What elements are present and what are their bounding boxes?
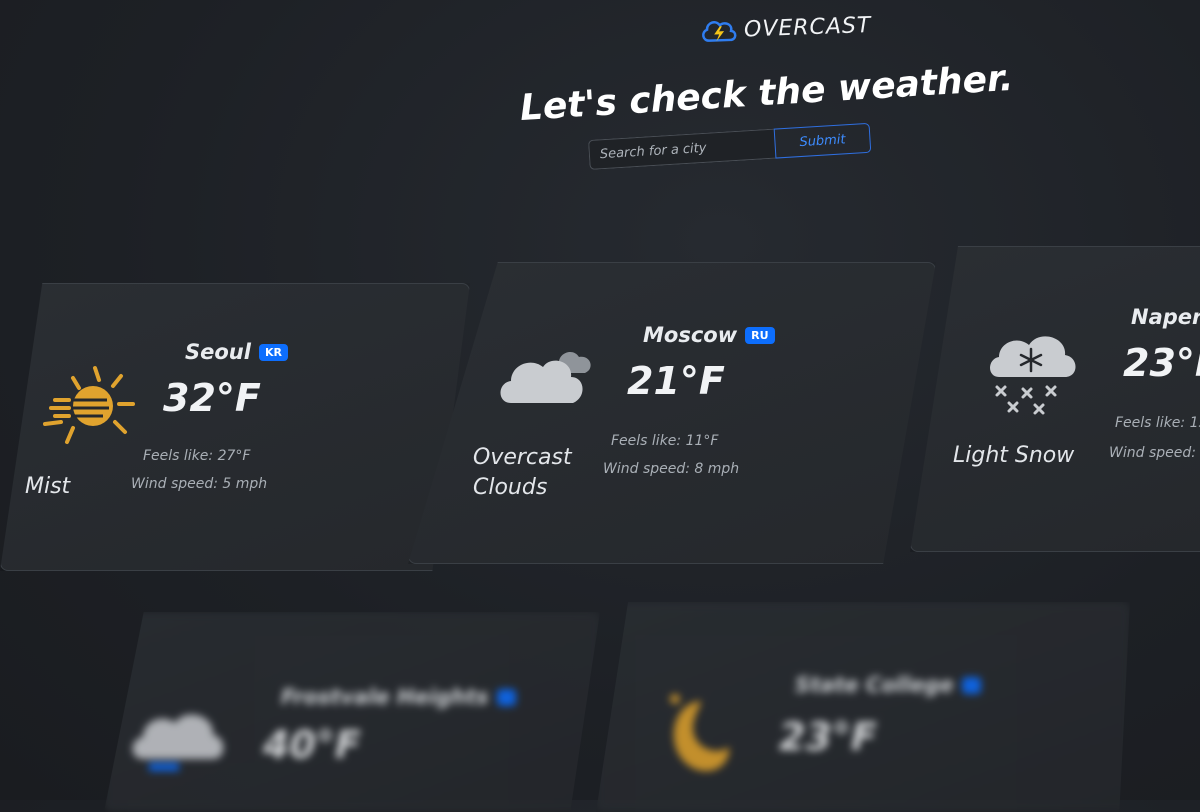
country-badge xyxy=(961,676,982,694)
sun-haze-icon xyxy=(43,366,135,444)
temperature: 23°F xyxy=(779,715,877,759)
search-bar: Submit xyxy=(588,122,872,170)
temperature: 23°F xyxy=(1123,341,1200,385)
feels-like: Feels like: 11°F xyxy=(611,433,719,449)
condition-line: Overcast xyxy=(473,445,572,470)
wind-speed: Wind speed: 5 mph xyxy=(131,476,268,492)
city-name: Naper xyxy=(1131,305,1200,329)
moon-icon xyxy=(670,694,730,772)
temperature: 40°F xyxy=(263,723,361,767)
condition: Mist xyxy=(25,474,71,499)
page-title: Let's check the weather. xyxy=(518,57,1015,129)
search-input[interactable] xyxy=(588,128,776,170)
city-label: Frostvale Heights xyxy=(281,685,489,709)
feels-like: Feels like: 27°F xyxy=(143,448,251,464)
city-name: Moscow RU xyxy=(643,323,775,347)
condition: Overcast Clouds xyxy=(473,443,572,503)
lightning-cloud-icon xyxy=(702,21,737,42)
condition-line: Clouds xyxy=(473,475,548,500)
temperature: 21°F xyxy=(627,359,725,403)
weather-card-seoul[interactable]: Seoul KR 32°F Mist Feels like: 27°F Wind… xyxy=(0,283,470,571)
feels-like: Feels like: 15 xyxy=(1115,415,1200,431)
city-label: State College xyxy=(795,673,954,697)
overcast-clouds-icon xyxy=(500,351,591,403)
brand-name: OVERCAST xyxy=(743,12,872,42)
wind-speed: Wind speed: 8 mph xyxy=(603,461,740,477)
submit-button[interactable]: Submit xyxy=(773,122,872,159)
city-label: Naper xyxy=(1131,305,1200,329)
temperature: 32°F xyxy=(163,376,261,420)
brand-logo[interactable]: OVERCAST xyxy=(700,11,872,45)
condition: Light Snow xyxy=(953,443,1075,468)
rain-cloud-icon xyxy=(132,714,224,771)
city-label: Moscow xyxy=(643,323,738,347)
country-badge: KR xyxy=(258,343,288,361)
snow-cloud-icon xyxy=(990,336,1076,415)
city-label: Seoul xyxy=(185,340,251,364)
weather-card-naper[interactable]: Naper 23°F Light Snow Feels like: 15 Win… xyxy=(910,246,1200,552)
country-badge: RU xyxy=(745,326,775,344)
weather-card-frostvale[interactable]: Frostvale Heights 40°F xyxy=(104,612,600,812)
city-name: Seoul KR xyxy=(185,340,288,364)
city-name: Frostvale Heights xyxy=(281,685,517,709)
weather-app: OVERCAST Let's check the weather. Submit xyxy=(0,0,1200,812)
city-name: State College xyxy=(795,673,982,697)
weather-card-moscow[interactable]: Moscow RU 21°F Overcast Clouds Feels lik… xyxy=(408,262,936,564)
wind-speed: Wind speed: xyxy=(1109,445,1196,461)
country-badge xyxy=(496,688,517,706)
weather-card-state-college[interactable]: State College 23°F xyxy=(596,602,1130,812)
